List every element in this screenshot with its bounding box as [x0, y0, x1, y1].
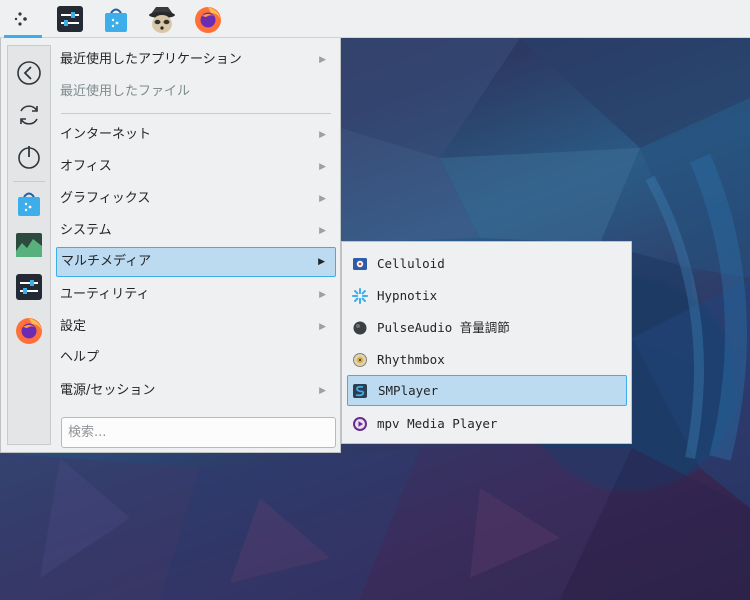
menu-item-label: ヘルプ [60, 350, 100, 365]
sidebar-divider [13, 181, 45, 182]
taskbar-item[interactable] [146, 3, 178, 35]
celluloid-icon [353, 258, 367, 270]
submenu-item-pulseaudio[interactable]: PulseAudio 音量調節 [347, 312, 627, 343]
submenu-item-label: SMPlayer [378, 383, 439, 398]
menu-item-label: 設定 [60, 319, 87, 334]
taskbar-item[interactable] [100, 3, 132, 35]
settings-sliders-icon [16, 274, 42, 300]
refresh-button[interactable] [13, 99, 45, 131]
raccoon-avatar-icon [149, 7, 175, 33]
settings-sliders-icon [57, 6, 83, 32]
menu-item-system[interactable]: システム ▶ [56, 216, 336, 246]
submenu-arrow-icon: ▶ [319, 130, 326, 140]
submenu-item-label: Hypnotix [377, 288, 438, 303]
favorite-settings[interactable] [13, 271, 45, 303]
submenu-arrow-icon: ▶ [318, 257, 325, 267]
application-menu: 最近使用したアプリケーション ▶ 最近使用したファイル インターネット ▶ オフ… [0, 38, 341, 453]
back-icon [17, 61, 41, 85]
submenu-item-hypnotix[interactable]: Hypnotix [347, 280, 627, 311]
menu-item-recent-apps[interactable]: 最近使用したアプリケーション ▶ [56, 45, 336, 75]
submenu-item-smplayer[interactable]: SMPlayer [347, 375, 627, 406]
menu-item-label: システム [60, 223, 112, 238]
multimedia-submenu: Celluloid Hypnotix PulseAudio 音量調節 Rhyth… [341, 241, 632, 444]
menu-item-label: ユーティリティ [60, 287, 150, 302]
menu-item-settings[interactable]: 設定 ▶ [56, 312, 336, 342]
favorite-firefox[interactable] [13, 314, 45, 346]
submenu-item-label: PulseAudio 音量調節 [377, 320, 510, 335]
favorites-sidebar [7, 45, 51, 445]
menu-item-utilities[interactable]: ユーティリティ ▶ [56, 280, 336, 310]
menu-item-label: 最近使用したアプリケーション [60, 52, 242, 67]
firefox-icon [16, 318, 42, 344]
menu-item-internet[interactable]: インターネット ▶ [56, 120, 336, 150]
system-monitor-icon [16, 233, 42, 257]
mpv-icon [353, 417, 367, 431]
submenu-arrow-icon: ▶ [319, 194, 326, 204]
submenu-arrow-icon: ▶ [319, 386, 326, 396]
launcher-button[interactable] [6, 3, 38, 35]
hypnotix-icon [352, 288, 368, 304]
taskbar-item[interactable] [192, 3, 224, 35]
favorite-system-monitor[interactable] [13, 229, 45, 261]
submenu-arrow-icon: ▶ [319, 290, 326, 300]
favorite-store[interactable] [13, 187, 45, 219]
power-icon [18, 146, 40, 169]
firefox-icon [195, 7, 221, 33]
submenu-item-rhythmbox[interactable]: Rhythmbox [347, 344, 627, 375]
submenu-arrow-icon: ▶ [319, 55, 326, 65]
submenu-item-mpv[interactable]: mpv Media Player [347, 408, 627, 439]
menu-item-recent-files[interactable]: 最近使用したファイル [56, 77, 336, 107]
menu-item-label: オフィス [60, 159, 112, 174]
search-input[interactable] [61, 417, 336, 448]
submenu-item-celluloid[interactable]: Celluloid [347, 248, 627, 279]
smplayer-icon [353, 384, 367, 398]
menu-item-label: 最近使用したファイル [60, 84, 191, 99]
submenu-arrow-icon: ▶ [319, 322, 326, 332]
store-bag-icon [105, 8, 127, 32]
menu-item-label: インターネット [60, 127, 152, 142]
rhythmbox-icon [353, 353, 367, 367]
menu-item-multimedia[interactable]: マルチメディア ▶ [56, 247, 336, 277]
refresh-icon [20, 105, 38, 125]
top-panel [0, 0, 750, 38]
menu-item-power-session[interactable]: 電源/セッション ▶ [56, 376, 336, 406]
submenu-item-label: Celluloid [377, 256, 445, 271]
taskbar-item[interactable] [54, 3, 86, 35]
pulseaudio-icon [353, 321, 367, 335]
submenu-item-label: Rhythmbox [377, 352, 445, 367]
menu-item-label: マルチメディア [61, 254, 152, 269]
menu-item-office[interactable]: オフィス ▶ [56, 152, 336, 182]
submenu-arrow-icon: ▶ [319, 226, 326, 236]
menu-item-label: グラフィックス [60, 191, 151, 206]
power-button[interactable] [13, 141, 45, 173]
menu-divider [61, 113, 331, 114]
menu-item-help[interactable]: ヘルプ [56, 343, 336, 373]
menu-item-graphics[interactable]: グラフィックス ▶ [56, 184, 336, 214]
back-button[interactable] [13, 57, 45, 89]
menu-item-label: 電源/セッション [60, 383, 156, 398]
launcher-icon [14, 12, 27, 26]
submenu-arrow-icon: ▶ [319, 162, 326, 172]
submenu-item-label: mpv Media Player [377, 416, 498, 431]
store-bag-icon [18, 192, 40, 216]
